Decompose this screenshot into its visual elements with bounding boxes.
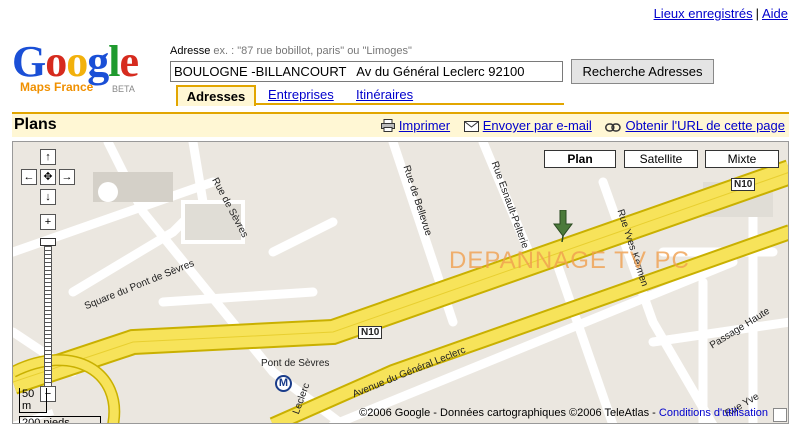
- address-example: ex. : "87 rue bobillot, paris" ou "Limog…: [213, 45, 412, 57]
- separator: |: [755, 6, 759, 21]
- street-label: Pont de Sèvres: [261, 358, 330, 369]
- printer-icon: [380, 119, 395, 132]
- plans-actions: Imprimer Envoyer par e-mail Obtenir l'UR…: [371, 118, 785, 133]
- email-action[interactable]: Envoyer par e-mail: [463, 118, 596, 133]
- map-type-satellite[interactable]: Satellite: [624, 150, 698, 168]
- logo-wordmark: Google: [12, 37, 139, 86]
- google-maps-logo[interactable]: Google Maps France BETA: [12, 40, 162, 100]
- tab-itineraires[interactable]: Itinéraires: [356, 85, 413, 106]
- plans-title: Plans: [14, 116, 57, 133]
- pan-down-button[interactable]: ↓: [40, 189, 56, 205]
- link-icon: [605, 123, 622, 132]
- pan-right-button[interactable]: →: [59, 169, 75, 185]
- help-link[interactable]: Aide: [762, 6, 788, 21]
- search-addresses-button[interactable]: Recherche Adresses: [571, 59, 714, 84]
- pan-left-button[interactable]: ←: [21, 169, 37, 185]
- corner-resize-icon[interactable]: [773, 408, 787, 422]
- route-shield-n10: N10: [731, 178, 756, 191]
- watermark-text: DEPANNAGE TV PC: [449, 247, 690, 274]
- email-icon: [463, 121, 479, 132]
- search-tabs: Adresses Entreprises Itinéraires: [176, 85, 564, 106]
- zoom-slider-handle[interactable]: [40, 238, 56, 246]
- terms-link[interactable]: Conditions d'utilisation: [659, 407, 768, 419]
- metro-icon: M: [275, 375, 292, 392]
- pan-center-button[interactable]: ✥: [40, 169, 56, 185]
- scale-metric: 50 m: [19, 388, 47, 413]
- route-shield-n10: N10: [358, 326, 383, 339]
- zoom-slider[interactable]: [44, 238, 52, 398]
- map-scale: 50 m 200 pieds: [19, 388, 101, 423]
- map-copyright: ©2006 Google - Données cartographiques ©…: [359, 407, 768, 419]
- scale-imperial: 200 pieds: [19, 416, 101, 423]
- print-action[interactable]: Imprimer: [380, 118, 454, 133]
- location-marker-icon[interactable]: [553, 210, 573, 242]
- address-input[interactable]: [170, 61, 563, 82]
- logo-product: Maps France: [20, 80, 94, 94]
- saved-places-link[interactable]: Lieux enregistrés: [654, 6, 753, 21]
- map-type-mixte[interactable]: Mixte: [705, 150, 779, 168]
- map-viewport[interactable]: Rue de Sèvres Rue de Bellevue Rue Esnaul…: [12, 141, 789, 424]
- pan-up-button[interactable]: ↑: [40, 149, 56, 165]
- tab-entreprises[interactable]: Entreprises: [268, 85, 334, 106]
- beta-badge: BETA: [112, 84, 135, 94]
- map-type-plan[interactable]: Plan: [544, 150, 616, 168]
- zoom-in-button[interactable]: +: [40, 214, 56, 230]
- plans-header: Plans Imprimer Envoyer par e-mail Obteni…: [12, 112, 789, 137]
- tab-adresses[interactable]: Adresses: [176, 85, 256, 106]
- link-action[interactable]: Obtenir l'URL de cette page: [605, 118, 785, 133]
- address-label: Adresse ex. : "87 rue bobillot, paris" o…: [170, 45, 412, 57]
- top-links: Lieux enregistrés | Aide: [654, 6, 788, 21]
